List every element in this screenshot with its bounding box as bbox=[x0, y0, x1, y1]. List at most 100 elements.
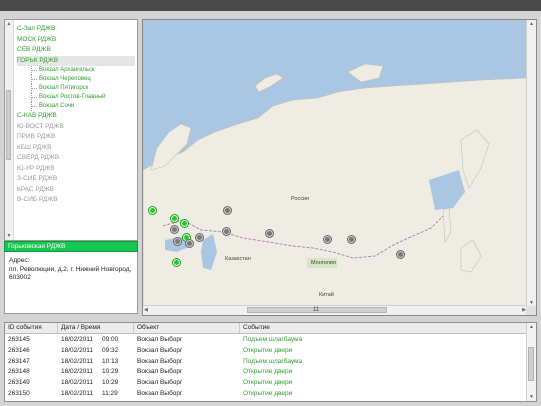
cell-id: 263148 bbox=[8, 368, 30, 376]
tree-item-region[interactable]: С-КАВ РДЖВ bbox=[17, 111, 135, 122]
address-label: Адрес: bbox=[9, 257, 30, 264]
region-tree-panel: ▲ ▼ С-Зап РДЖВ МОСК РДЖВ СЕВ РДЖВ ГОРЬК РДЖ… bbox=[4, 19, 138, 241]
cell-object: Вокзал Выборг bbox=[137, 379, 183, 387]
title-bar bbox=[0, 0, 541, 11]
tree-item-region[interactable]: КРАС РДЖВ bbox=[17, 185, 135, 196]
station-marker[interactable] bbox=[173, 259, 180, 266]
cell-date: 18/02/2011 bbox=[61, 390, 94, 397]
tree-item-region[interactable]: С-Зап РДЖВ bbox=[17, 24, 135, 35]
cell-event: Открытие двери bbox=[243, 379, 293, 387]
scroll-up-icon[interactable]: ▲ bbox=[6, 21, 12, 27]
region-tree: С-Зап РДЖВ МОСК РДЖВ СЕВ РДЖВ ГОРЬК РДЖВ Вок… bbox=[17, 24, 135, 206]
tree-item-region[interactable]: Ю-ВОСТ РДЖВ bbox=[17, 122, 135, 133]
tree-item-region[interactable]: Ю-УР РДЖВ bbox=[17, 164, 135, 175]
tree-item-region[interactable]: КБШ РДЖВ bbox=[17, 143, 135, 154]
table-row[interactable]: 263149 18/02/2011 10:29 Вокзал Выборг Открыт… bbox=[5, 378, 527, 388]
selected-region-header: Горьковская РДЖВ bbox=[4, 241, 138, 252]
table-row[interactable]: 263145 18/02/2011 09:00 Вокзал Выборг Подъем… bbox=[5, 335, 527, 345]
table-row[interactable]: 263146 18/02/2011 09:32 Вокзал Выборг Открыт… bbox=[5, 346, 527, 356]
cell-time: 10:29 bbox=[102, 379, 119, 387]
tree-item-station[interactable]: Вокзал Архангельск bbox=[17, 66, 135, 75]
station-marker[interactable] bbox=[196, 234, 203, 241]
tree-scrollbar[interactable]: ▲ ▼ bbox=[5, 20, 14, 240]
station-marker[interactable] bbox=[266, 230, 273, 237]
map-label-mongolia: Монголия bbox=[311, 260, 336, 266]
cell-date: 18/02/2011 bbox=[61, 357, 94, 365]
column-header-id[interactable]: ID события bbox=[5, 323, 58, 333]
station-marker[interactable] bbox=[348, 236, 355, 243]
tree-item-region[interactable]: СЕВ РДЖВ bbox=[17, 45, 135, 56]
cell-date: 18/02/2011 bbox=[61, 368, 94, 376]
tree-item-region[interactable]: В-СИБ РДЖВ bbox=[17, 195, 135, 206]
cell-object: Вокзал Выборг bbox=[137, 336, 183, 343]
map-horizontal-scrollbar[interactable]: ◀ 11 ▶ bbox=[143, 305, 527, 315]
cell-time: 10:13 bbox=[102, 357, 119, 365]
station-marker[interactable] bbox=[324, 236, 331, 243]
cell-date: 18/02/2011 bbox=[61, 346, 94, 354]
map-label-russia: Россия bbox=[291, 196, 310, 202]
cell-date: 18/02/2011 bbox=[61, 379, 94, 387]
station-marker[interactable] bbox=[149, 207, 156, 214]
events-header-row: ID события Дата / Время Объект Событие bbox=[5, 323, 527, 334]
cell-time: 11:29 bbox=[102, 390, 118, 397]
cell-event: Подъем шлагбаума bbox=[243, 357, 303, 365]
cell-time: 09:00 bbox=[102, 336, 119, 343]
cell-object: Вокзал Выборг bbox=[137, 357, 183, 365]
cell-object: Вокзал Выборг bbox=[137, 368, 183, 376]
cell-object: Вокзал Выборг bbox=[137, 390, 183, 397]
cell-event: Открытие двери bbox=[243, 346, 293, 354]
station-marker[interactable] bbox=[224, 207, 231, 214]
map-scroll-up-icon[interactable]: ▲ bbox=[529, 21, 534, 27]
address-value: пл. Революции, д.2, г. Нижний Новгород, … bbox=[9, 265, 132, 282]
cell-object: Вокзал Выборг bbox=[137, 346, 183, 354]
tree-item-region[interactable]: З-СИБ РДЖВ bbox=[17, 174, 135, 185]
cell-date: 18/02/2011 bbox=[61, 336, 94, 343]
station-marker[interactable] bbox=[223, 228, 230, 235]
station-marker[interactable] bbox=[186, 240, 193, 247]
cell-id: 263147 bbox=[8, 357, 30, 365]
tree-item-station[interactable]: Вокзал Череповец bbox=[17, 75, 135, 84]
map-label-china: Китай bbox=[319, 292, 334, 298]
events-scroll-thumb[interactable] bbox=[528, 347, 534, 381]
station-marker[interactable] bbox=[171, 215, 178, 222]
table-row[interactable]: 263147 18/02/2011 10:13 Вокзал Выборг Подъем… bbox=[5, 357, 527, 367]
tree-item-station[interactable]: Вокзал Пятигорск bbox=[17, 84, 135, 93]
column-header-datetime[interactable]: Дата / Время bbox=[58, 323, 134, 333]
events-scroll-down-icon[interactable]: ▼ bbox=[529, 394, 534, 400]
tree-item-region[interactable]: МОСК РДЖВ bbox=[17, 35, 135, 46]
tree-item-region[interactable]: СВЕРД РДЖВ bbox=[17, 153, 135, 164]
map-vertical-scrollbar[interactable]: ▲ ▼ bbox=[526, 20, 536, 307]
map-scroll-corner bbox=[526, 306, 536, 315]
map-label-kazakhstan: Казахстан bbox=[225, 256, 251, 262]
tree-item-station[interactable]: Вокзал Ростов-Главный bbox=[17, 93, 135, 102]
cell-time: 09:32 bbox=[102, 346, 119, 354]
station-marker[interactable] bbox=[174, 238, 181, 245]
map-view[interactable]: Россия Казахстан Монголия Китай ▲ ▼ ◀ 11… bbox=[142, 19, 537, 316]
cell-event: Открытие двери bbox=[243, 368, 293, 376]
table-row[interactable]: 263148 18/02/2011 10:29 Вокзал Выборг Открыт… bbox=[5, 367, 527, 377]
column-header-object[interactable]: Объект bbox=[134, 323, 240, 333]
events-table: ID события Дата / Время Объект Событие 2… bbox=[4, 322, 537, 402]
station-marker[interactable] bbox=[181, 220, 188, 227]
cell-id: 263146 bbox=[8, 346, 30, 354]
cell-event: Открытие двери bbox=[243, 390, 293, 397]
column-header-event[interactable]: Событие bbox=[240, 323, 529, 333]
region-info-panel: Адрес: пл. Революции, д.2, г. Нижний Нов… bbox=[4, 252, 138, 314]
events-scrollbar[interactable]: ▲ ▼ bbox=[526, 323, 536, 401]
scroll-down-icon[interactable]: ▼ bbox=[6, 233, 12, 239]
tree-item-station[interactable]: Вокзал Сочи bbox=[17, 102, 135, 111]
tree-scroll-thumb[interactable] bbox=[6, 90, 11, 160]
events-scroll-up-icon[interactable]: ▲ bbox=[529, 324, 534, 330]
cell-id: 263150 bbox=[8, 390, 30, 397]
station-marker[interactable] bbox=[171, 226, 178, 233]
cell-event: Подъем шлагбаума bbox=[243, 336, 303, 343]
map-hscroll-label: 11 bbox=[313, 307, 320, 313]
table-row[interactable]: 263150 18/02/2011 11:29 Вокзал Выборг Открыт… bbox=[5, 389, 527, 399]
station-marker[interactable] bbox=[397, 251, 404, 258]
cell-time: 10:29 bbox=[102, 368, 119, 376]
cell-id: 263149 bbox=[8, 379, 30, 387]
tree-item-region[interactable]: ГОРЬК РДЖВ bbox=[17, 55, 135, 66]
cell-id: 263145 bbox=[8, 336, 30, 343]
map-scroll-left-icon[interactable]: ◀ bbox=[144, 307, 148, 313]
tree-item-region[interactable]: ПРИВ РДЖВ bbox=[17, 132, 135, 143]
